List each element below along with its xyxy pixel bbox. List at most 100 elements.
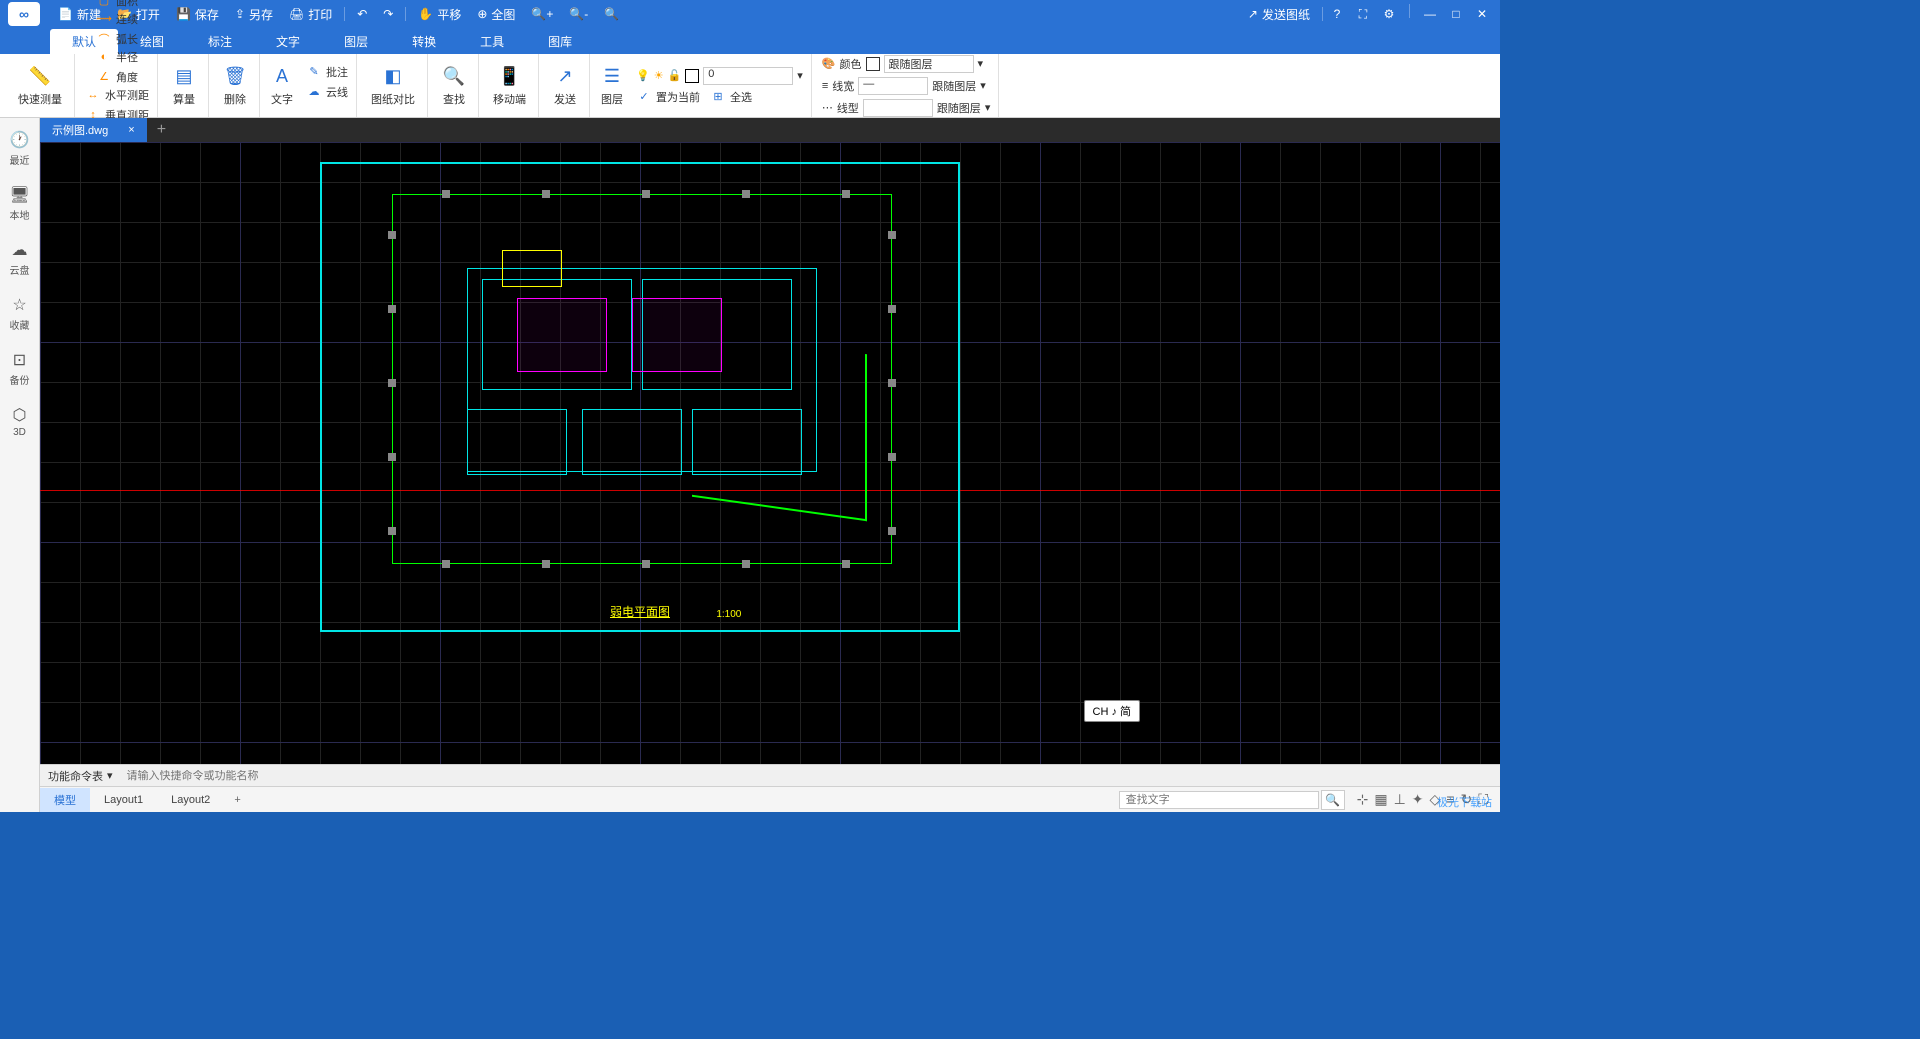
layout-tab-model[interactable]: 模型 (40, 788, 90, 812)
drawing-title: 弱电平面图 (610, 603, 670, 620)
print-button[interactable]: 🖨打印 (281, 6, 340, 23)
drawing-canvas[interactable]: 弱电平面图 1:100 CH ♪ 简 (40, 142, 1500, 764)
radius-button[interactable]: ◐半径 (92, 48, 142, 66)
compare-button[interactable]: ◧图纸对比 (367, 63, 419, 109)
quick-measure-button[interactable]: 📏 快速测量 (14, 63, 66, 109)
layout-tab-2[interactable]: Layout2 (157, 790, 224, 810)
fit-button[interactable]: ⊕全图 (469, 6, 523, 23)
zoomin-icon: 🔍+ (531, 7, 553, 21)
arc-icon: ⌒ (96, 31, 112, 47)
setcurrent-button[interactable]: ✓置为当前 (632, 88, 704, 106)
command-input[interactable] (121, 770, 1500, 782)
document-tabs: 示例图.dwg× + (40, 118, 1500, 142)
tab-tools[interactable]: 工具 (458, 29, 526, 54)
lock-icon: 🔓 (668, 69, 682, 82)
snap-toggle[interactable]: ⊹ (1357, 791, 1369, 808)
delete-button[interactable]: 🗑删除 (219, 63, 251, 109)
arclength-button[interactable]: ⌒弧长 (92, 30, 142, 48)
area-button[interactable]: ▢面积 (92, 0, 142, 10)
menu-bar: 默认 绘图 标注 文字 图层 转换 工具 图库 (0, 28, 1500, 54)
save-button[interactable]: 💾保存 (168, 6, 227, 23)
sidebar-favorites[interactable]: ☆收藏 (0, 291, 39, 336)
lineweight-toggle[interactable]: ≡ (1446, 791, 1454, 808)
text-button[interactable]: A文字 (266, 63, 298, 109)
fullscreen-toggle[interactable]: ⛶ (1478, 791, 1488, 808)
sidebar-local[interactable]: 🖥本地 (0, 181, 39, 226)
send-drawing-button[interactable]: ↗发送图纸 (1240, 6, 1318, 23)
tab-library[interactable]: 图库 (526, 29, 594, 54)
saveas-button[interactable]: ⇪另存 (227, 6, 281, 23)
layout-tab-1[interactable]: Layout1 (90, 790, 157, 810)
title-bar: ∞ 📄新建 📂打开 💾保存 ⇪另存 🖨打印 ↶ ↷ ✋平移 ⊕全图 🔍+ 🔍- … (0, 0, 1500, 28)
find-button[interactable]: 🔍查找 (438, 63, 470, 109)
status-bar: 模型 Layout1 Layout2 + 🔍 ⊹ ▦ ⊥ ✦ ◇ ≡ ↻ ⛶ (40, 786, 1500, 812)
continuous-button[interactable]: ⟿连续 (92, 10, 142, 28)
mobile-button[interactable]: 📱移动端 (489, 63, 530, 109)
zoomin-button[interactable]: 🔍+ (523, 7, 561, 21)
sidebar-cloud[interactable]: ☁云盘 (0, 236, 39, 281)
find-text-button[interactable]: 🔍 (1321, 790, 1345, 810)
minimize-button[interactable]: — (1420, 4, 1440, 24)
share-icon: ↗ (1248, 7, 1258, 21)
close-tab-icon[interactable]: × (128, 124, 134, 136)
monitor-icon: 🖥 (9, 185, 29, 205)
fullscreen-button[interactable]: ⛶ (1353, 4, 1373, 24)
close-button[interactable]: ✕ (1472, 4, 1492, 24)
horiz-dist-button[interactable]: ↔水平测距 (81, 86, 153, 104)
tab-layer[interactable]: 图层 (322, 29, 390, 54)
hand-icon: ✋ (418, 7, 433, 21)
star-icon: ☆ (12, 295, 26, 315)
zoomout-icon: 🔍- (569, 7, 588, 21)
area-icon: ▢ (96, 0, 112, 9)
undo-icon: ↶ (357, 7, 367, 21)
settings-button[interactable]: ⚙ (1379, 4, 1399, 24)
send-button[interactable]: ↗发送 (549, 63, 581, 109)
chevron-down-icon: ▾ (107, 769, 113, 782)
sidebar-recent[interactable]: 🕐最近 (0, 126, 39, 171)
layer-selector[interactable]: 💡☀🔓 0▾ (632, 66, 807, 86)
selectall-icon: ⊞ (710, 89, 726, 105)
mobile-icon: 📱 (498, 65, 522, 89)
help-button[interactable]: ? (1327, 4, 1347, 24)
layer-button[interactable]: ☰图层 (596, 63, 628, 109)
clock-icon: 🕐 (10, 130, 30, 150)
document-tab[interactable]: 示例图.dwg× (40, 118, 147, 142)
selectall-button[interactable]: ⊞全选 (706, 88, 756, 106)
pan-button[interactable]: ✋平移 (410, 6, 469, 23)
tab-convert[interactable]: 转换 (390, 29, 458, 54)
sidebar-backup[interactable]: ⊡备份 (0, 346, 39, 391)
angle-button[interactable]: ∠角度 (92, 68, 142, 86)
new-icon: 📄 (58, 7, 73, 21)
command-label[interactable]: 功能命令表▾ (40, 768, 121, 784)
horiz-icon: ↔ (85, 87, 101, 103)
current-icon: ✓ (636, 89, 652, 105)
add-layout-button[interactable]: + (224, 794, 250, 806)
polar-toggle[interactable]: ✦ (1412, 791, 1424, 808)
sidebar-3d[interactable]: ⬡3D (0, 401, 39, 442)
grid-toggle[interactable]: ▦ (1374, 791, 1387, 808)
calc-button[interactable]: ▤算量 (168, 63, 200, 109)
undo-button[interactable]: ↶ (349, 7, 375, 21)
zoomwindow-button[interactable]: 🔍 (596, 7, 627, 21)
tab-annotate[interactable]: 标注 (186, 29, 254, 54)
cycle-toggle[interactable]: ↻ (1460, 791, 1472, 808)
annotate-button[interactable]: ✎批注 (302, 63, 352, 81)
find-text-input[interactable] (1119, 791, 1319, 809)
redo-icon: ↷ (383, 7, 393, 21)
ortho-toggle[interactable]: ⊥ (1394, 791, 1406, 808)
lineweight-icon: ≡ (822, 80, 828, 92)
cloud-button[interactable]: ☁云线 (302, 83, 352, 101)
lineweight-selector[interactable]: ≡线宽—跟随图层▾ (818, 76, 995, 96)
osnap-toggle[interactable]: ◇ (1430, 791, 1441, 808)
cloud-icon: ☁ (306, 84, 322, 100)
color-selector[interactable]: 🎨颜色跟随图层▾ (818, 54, 995, 74)
maximize-button[interactable]: □ (1446, 4, 1466, 24)
zoomwindow-icon: 🔍 (604, 7, 619, 21)
redo-button[interactable]: ↷ (375, 7, 401, 21)
tab-text[interactable]: 文字 (254, 29, 322, 54)
add-tab-button[interactable]: + (147, 121, 176, 139)
bulb-icon: 💡 (636, 69, 650, 82)
zoomout-button[interactable]: 🔍- (561, 7, 596, 21)
trash-icon: 🗑 (223, 65, 247, 89)
linetype-selector[interactable]: ⋯线型跟随图层▾ (818, 98, 995, 118)
